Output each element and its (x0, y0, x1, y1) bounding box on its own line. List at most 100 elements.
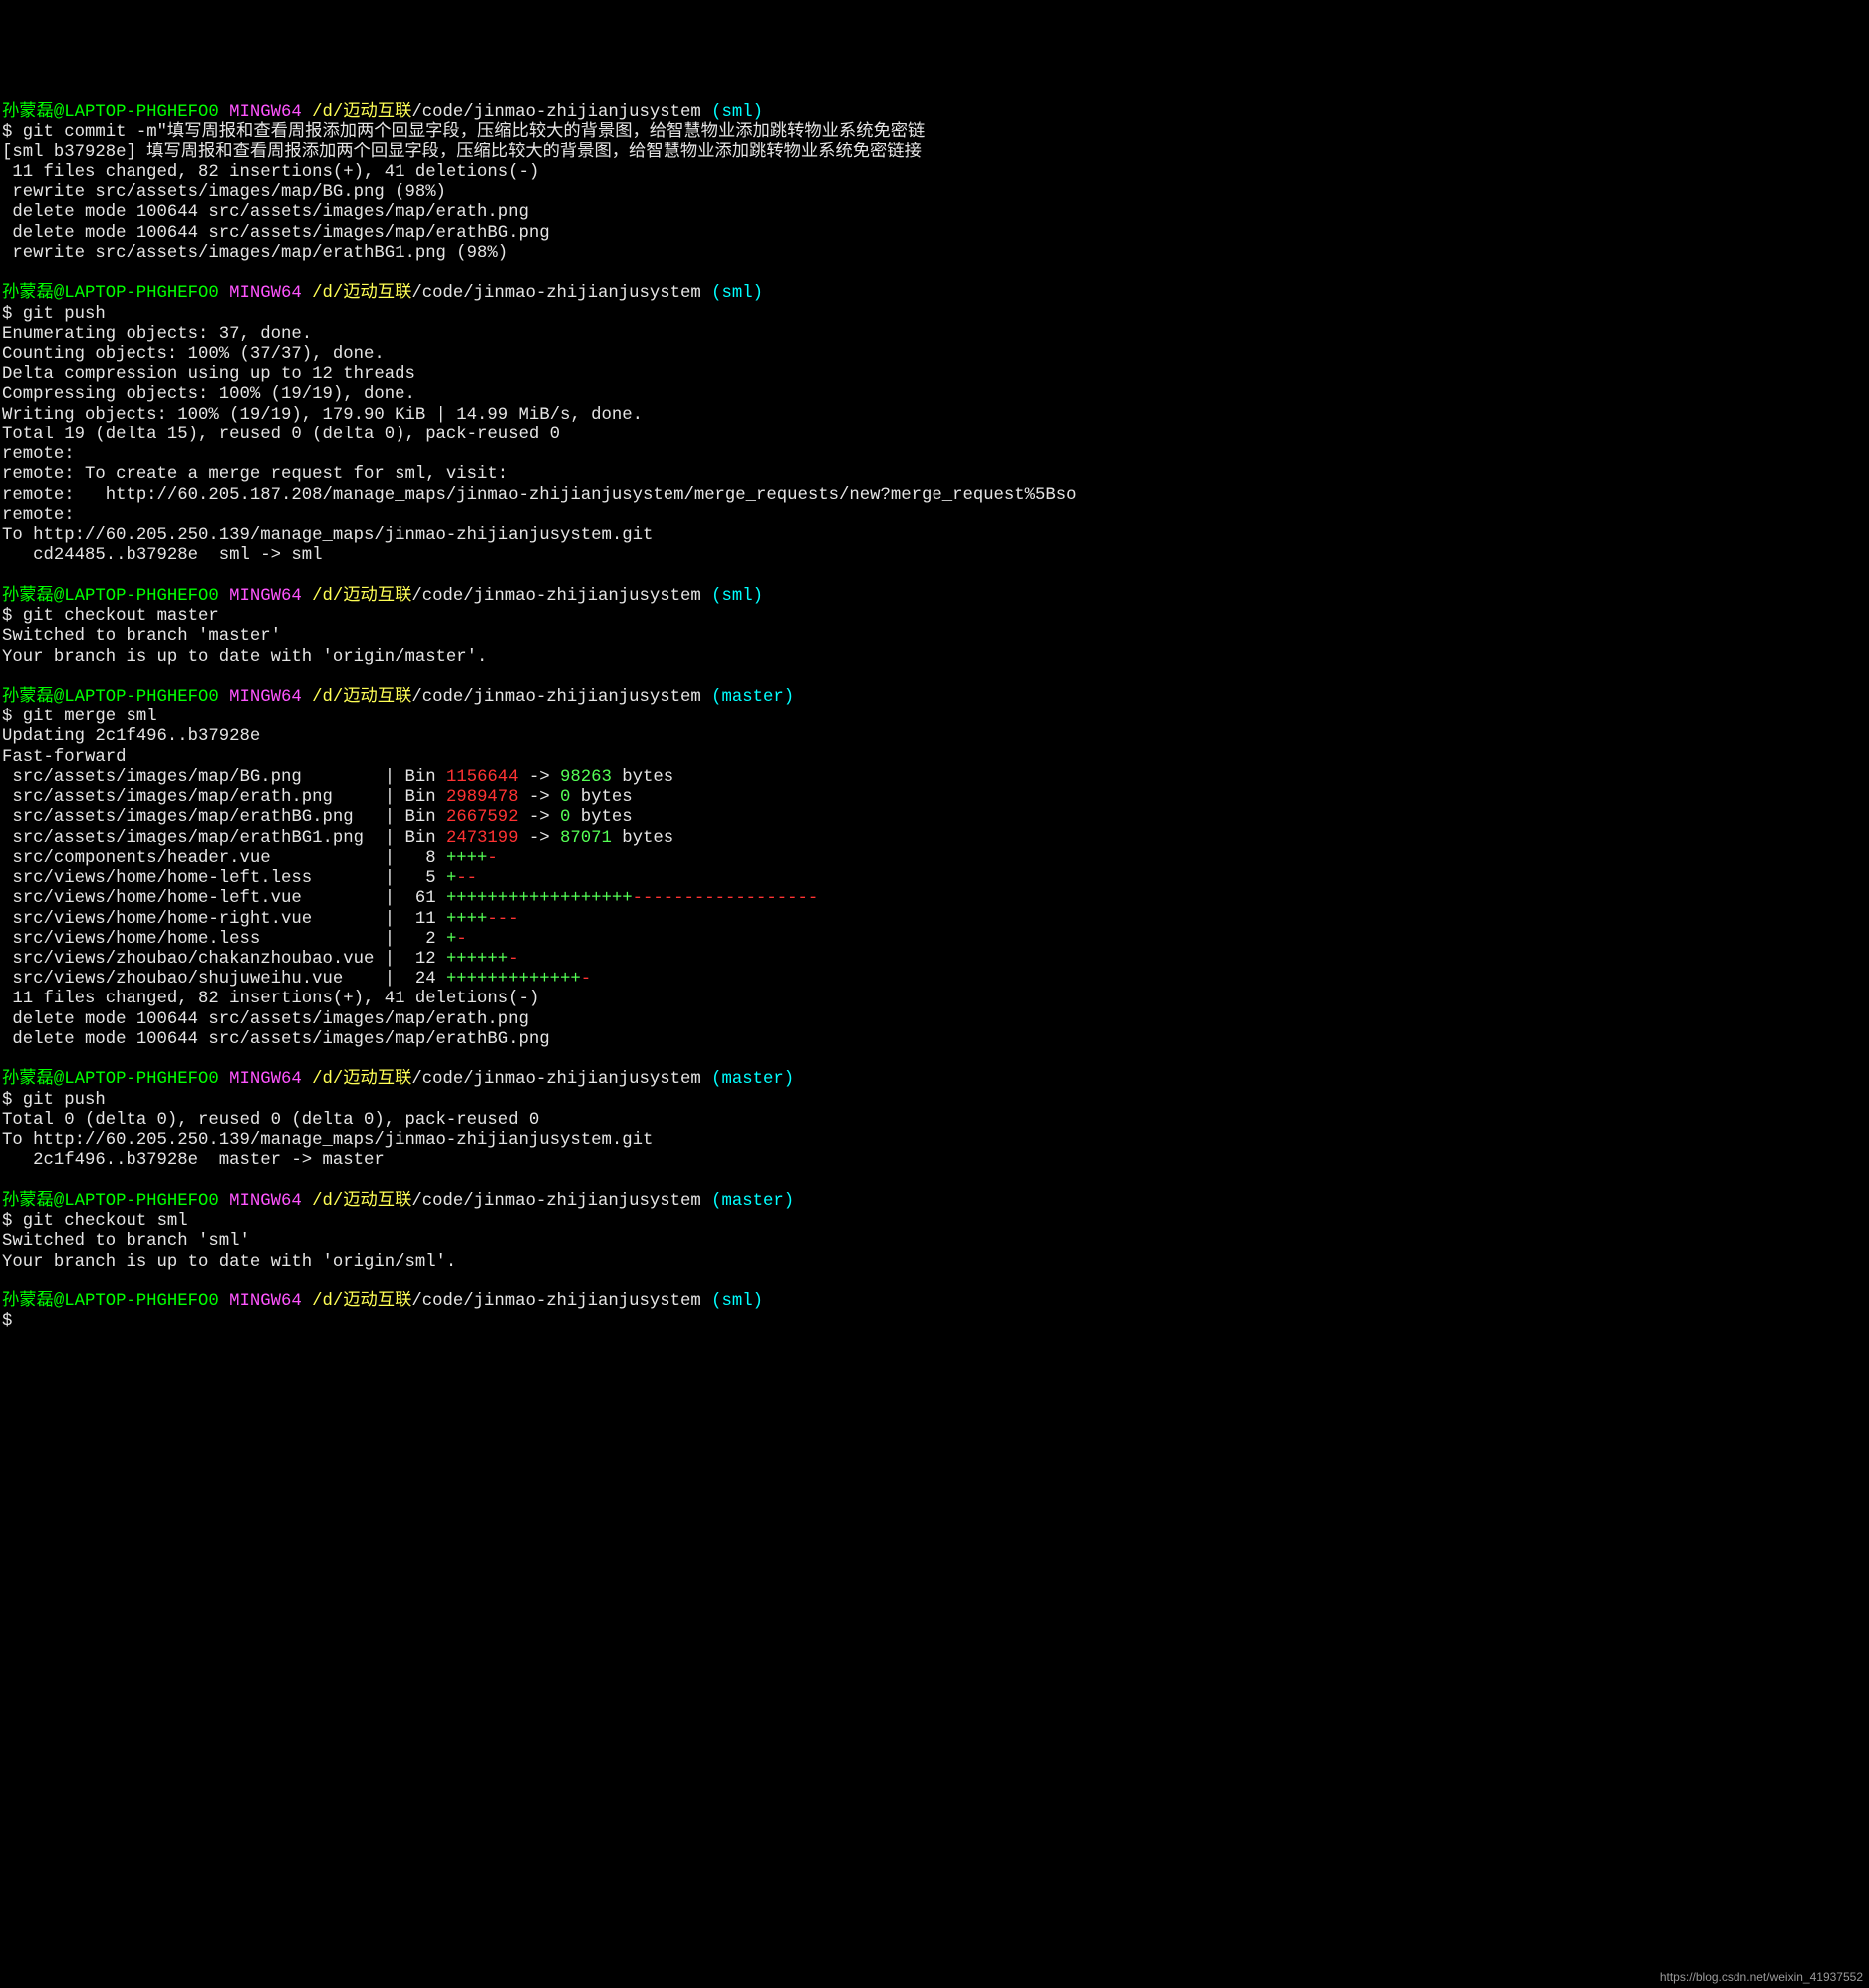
new-size: 98263 (560, 768, 612, 787)
prompt-env: MINGW64 (229, 1070, 302, 1089)
old-size: 2473199 (446, 829, 519, 848)
arrow: -> (519, 768, 560, 787)
prompt-branch: (master) (711, 688, 794, 707)
file-path: src/assets/images/map/erath.png (2, 788, 385, 807)
minus-bar: - (508, 950, 518, 969)
blank-line (2, 668, 12, 687)
output-line: Switched to branch 'master' (2, 627, 281, 646)
prompt-line: 孙蒙磊@LAPTOP-PHGHEFO0 MINGW64 /d/迈动互联/code… (2, 284, 763, 303)
prompt-path-prefix: /d/迈动互联 (312, 1292, 411, 1311)
prompt-branch: (master) (711, 1192, 794, 1211)
prompt-line: 孙蒙磊@LAPTOP-PHGHEFO0 MINGW64 /d/迈动互联/code… (2, 587, 763, 606)
output-line: Your branch is up to date with 'origin/m… (2, 648, 487, 667)
prompt-env: MINGW64 (229, 587, 302, 606)
output-line: Writing objects: 100% (19/19), 179.90 Ki… (2, 406, 643, 425)
plus-bar: ++++ (446, 910, 487, 929)
output-line: 2c1f496..b37928e master -> master (2, 1151, 385, 1170)
minus-bar: - (487, 849, 497, 868)
cmd-text: git commit -m"填写周报和查看周报添加两个回显字段，压缩比较大的背景… (23, 123, 926, 142)
plus-bar: + (446, 869, 456, 888)
command-line[interactable]: $ (2, 1312, 23, 1331)
prompt-user: 孙蒙磊@LAPTOP-PHGHEFO0 (2, 103, 219, 122)
blank-line (2, 567, 12, 586)
diffstat-row: src/views/home/home.less | 2 +- (2, 930, 467, 949)
prompt-path-repo: /code/jinmao-zhijianjusystem (411, 1292, 700, 1311)
file-path: src/assets/images/map/erathBG1.png (2, 829, 385, 848)
command-line: $ git merge sml (2, 708, 157, 726)
output-line: 11 files changed, 82 insertions(+), 41 d… (2, 990, 539, 1008)
output-line: Total 19 (delta 15), reused 0 (delta 0),… (2, 426, 560, 444)
prompt-branch: (sml) (711, 284, 763, 303)
output-line: delete mode 100644 src/assets/images/map… (2, 1030, 550, 1049)
output-line: Fast-forward (2, 748, 126, 767)
arrow: -> (519, 829, 560, 848)
command-line: $ git push (2, 305, 106, 324)
diffstat-row: src/assets/images/map/BG.png | Bin 11566… (2, 768, 673, 787)
output-line: delete mode 100644 src/assets/images/map… (2, 203, 529, 222)
plus-bar: ++++ (446, 849, 487, 868)
blank-line (2, 1050, 12, 1069)
prompt-user: 孙蒙磊@LAPTOP-PHGHEFO0 (2, 587, 219, 606)
prompt-user: 孙蒙磊@LAPTOP-PHGHEFO0 (2, 1070, 219, 1089)
command-line: $ git checkout master (2, 607, 219, 626)
prompt-user: 孙蒙磊@LAPTOP-PHGHEFO0 (2, 688, 219, 707)
bytes-label: bytes (612, 768, 673, 787)
output-line: 11 files changed, 82 insertions(+), 41 d… (2, 163, 539, 182)
diffstat-row: src/assets/images/map/erathBG.png | Bin … (2, 808, 633, 827)
prompt-env: MINGW64 (229, 1192, 302, 1211)
minus-bar: - (581, 970, 591, 989)
plus-bar: + (446, 930, 456, 949)
plus-bar: ++++++ (446, 950, 508, 969)
output-line: remote: (2, 445, 75, 464)
cmd-text: git push (23, 305, 106, 324)
old-size: 1156644 (446, 768, 519, 787)
diffstat-row: src/components/header.vue | 8 ++++- (2, 849, 498, 868)
prompt-path-repo: /code/jinmao-zhijianjusystem (411, 1070, 700, 1089)
prompt-path-repo: /code/jinmao-zhijianjusystem (411, 103, 700, 122)
prompt-path-repo: /code/jinmao-zhijianjusystem (411, 284, 700, 303)
terminal[interactable]: 孙蒙磊@LAPTOP-PHGHEFO0 MINGW64 /d/迈动互联/code… (0, 81, 1869, 1333)
file-path: src/views/home/home.less | 2 (2, 930, 446, 949)
command-line: $ git commit -m"填写周报和查看周报添加两个回显字段，压缩比较大的… (2, 123, 925, 142)
output-line: Enumerating objects: 37, done. (2, 325, 312, 344)
diffstat-row: src/views/zhoubao/chakanzhoubao.vue | 12… (2, 950, 519, 969)
bin-label: | Bin (385, 788, 446, 807)
blank-line (2, 1172, 12, 1191)
prompt-user: 孙蒙磊@LAPTOP-PHGHEFO0 (2, 284, 219, 303)
output-line: rewrite src/assets/images/map/erathBG1.p… (2, 244, 508, 263)
output-line: To http://60.205.250.139/manage_maps/jin… (2, 1131, 653, 1150)
file-path: src/views/zhoubao/chakanzhoubao.vue | 12 (2, 950, 446, 969)
new-size: 0 (560, 788, 570, 807)
blank-line (2, 264, 12, 283)
new-size: 87071 (560, 829, 612, 848)
prompt-env: MINGW64 (229, 284, 302, 303)
prompt-env: MINGW64 (229, 688, 302, 707)
output-line: remote: http://60.205.187.208/manage_map… (2, 486, 1077, 505)
file-path: src/assets/images/map/BG.png (2, 768, 385, 787)
prompt-user: 孙蒙磊@LAPTOP-PHGHEFO0 (2, 1292, 219, 1311)
file-path: src/assets/images/map/erathBG.png (2, 808, 385, 827)
file-path: src/components/header.vue | 8 (2, 849, 446, 868)
prompt-user: 孙蒙磊@LAPTOP-PHGHEFO0 (2, 1192, 219, 1211)
blank-line (2, 1273, 12, 1291)
prompt-line: 孙蒙磊@LAPTOP-PHGHEFO0 MINGW64 /d/迈动互联/code… (2, 1292, 763, 1311)
arrow: -> (519, 808, 560, 827)
output-line: Switched to branch 'sml' (2, 1232, 250, 1251)
cmd-text: git checkout master (23, 607, 219, 626)
prompt-line: 孙蒙磊@LAPTOP-PHGHEFO0 MINGW64 /d/迈动互联/code… (2, 1070, 794, 1089)
command-line: $ git push (2, 1091, 106, 1110)
output-line: remote: To create a merge request for sm… (2, 465, 508, 484)
bytes-label: bytes (612, 829, 673, 848)
cmd-text: git push (23, 1091, 106, 1110)
prompt-path-repo: /code/jinmao-zhijianjusystem (411, 587, 700, 606)
diffstat-row: src/assets/images/map/erath.png | Bin 29… (2, 788, 633, 807)
plus-bar: ++++++++++++++++++ (446, 889, 633, 908)
output-line: cd24485..b37928e sml -> sml (2, 546, 322, 565)
prompt-path-repo: /code/jinmao-zhijianjusystem (411, 688, 700, 707)
prompt-path-prefix: /d/迈动互联 (312, 103, 411, 122)
output-line: delete mode 100644 src/assets/images/map… (2, 224, 550, 243)
arrow: -> (519, 788, 560, 807)
output-line: Total 0 (delta 0), reused 0 (delta 0), p… (2, 1111, 539, 1130)
output-line: Your branch is up to date with 'origin/s… (2, 1253, 456, 1272)
minus-bar: ------------------ (633, 889, 819, 908)
